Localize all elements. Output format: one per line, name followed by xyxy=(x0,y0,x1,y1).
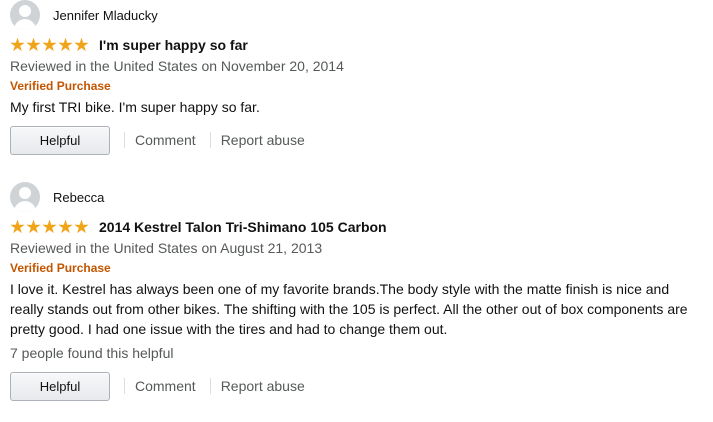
star-icon xyxy=(74,37,89,52)
star-icon xyxy=(26,219,41,234)
review-date: Reviewed in the United States on Novembe… xyxy=(10,58,344,74)
star-icon xyxy=(10,37,25,52)
divider xyxy=(124,378,125,394)
star-icon xyxy=(42,219,57,234)
review-date: Reviewed in the United States on August … xyxy=(10,240,323,256)
review-actions: Helpful Comment Report abuse xyxy=(10,371,700,401)
review-body: I love it. Kestrel has always been one o… xyxy=(10,281,688,337)
reviewer-name[interactable]: Rebecca xyxy=(53,190,104,205)
star-icon xyxy=(10,219,25,234)
divider xyxy=(124,132,125,148)
review-title-row: I'm super happy so far xyxy=(10,36,700,54)
review-title[interactable]: I'm super happy so far xyxy=(99,37,248,53)
reviewer-profile[interactable]: Rebecca xyxy=(10,182,700,212)
star-icon xyxy=(74,219,89,234)
helpful-count: 7 people found this helpful xyxy=(10,345,174,361)
review-actions: Helpful Comment Report abuse xyxy=(10,125,700,155)
review-title-row: 2014 Kestrel Talon Tri-Shimano 105 Carbo… xyxy=(10,218,700,236)
report-abuse-link[interactable]: Report abuse xyxy=(221,132,305,148)
review-title[interactable]: 2014 Kestrel Talon Tri-Shimano 105 Carbo… xyxy=(99,219,387,235)
avatar-icon xyxy=(10,0,40,30)
review-card: Rebecca 2014 Kestrel Talon Tri-Shimano 1… xyxy=(10,182,700,401)
review-body: My first TRI bike. I'm super happy so fa… xyxy=(10,99,260,115)
helpful-button[interactable]: Helpful xyxy=(10,125,110,155)
star-icon xyxy=(58,37,73,52)
star-rating xyxy=(10,219,89,235)
reviewer-profile[interactable]: Jennifer Mladucky xyxy=(10,0,700,30)
report-abuse-link[interactable]: Report abuse xyxy=(221,378,305,394)
star-rating xyxy=(10,37,89,53)
verified-purchase-badge: Verified Purchase xyxy=(10,261,111,275)
star-icon xyxy=(26,37,41,52)
avatar-icon xyxy=(10,182,40,212)
reviewer-name[interactable]: Jennifer Mladucky xyxy=(53,8,158,23)
helpful-button[interactable]: Helpful xyxy=(10,371,110,401)
comment-link[interactable]: Comment xyxy=(135,132,196,148)
verified-purchase-badge: Verified Purchase xyxy=(10,79,111,93)
star-icon xyxy=(42,37,57,52)
review-card: Jennifer Mladucky I'm super happy so far… xyxy=(10,0,700,155)
divider xyxy=(209,378,211,394)
divider xyxy=(209,132,211,148)
star-icon xyxy=(58,219,73,234)
comment-link[interactable]: Comment xyxy=(135,378,196,394)
